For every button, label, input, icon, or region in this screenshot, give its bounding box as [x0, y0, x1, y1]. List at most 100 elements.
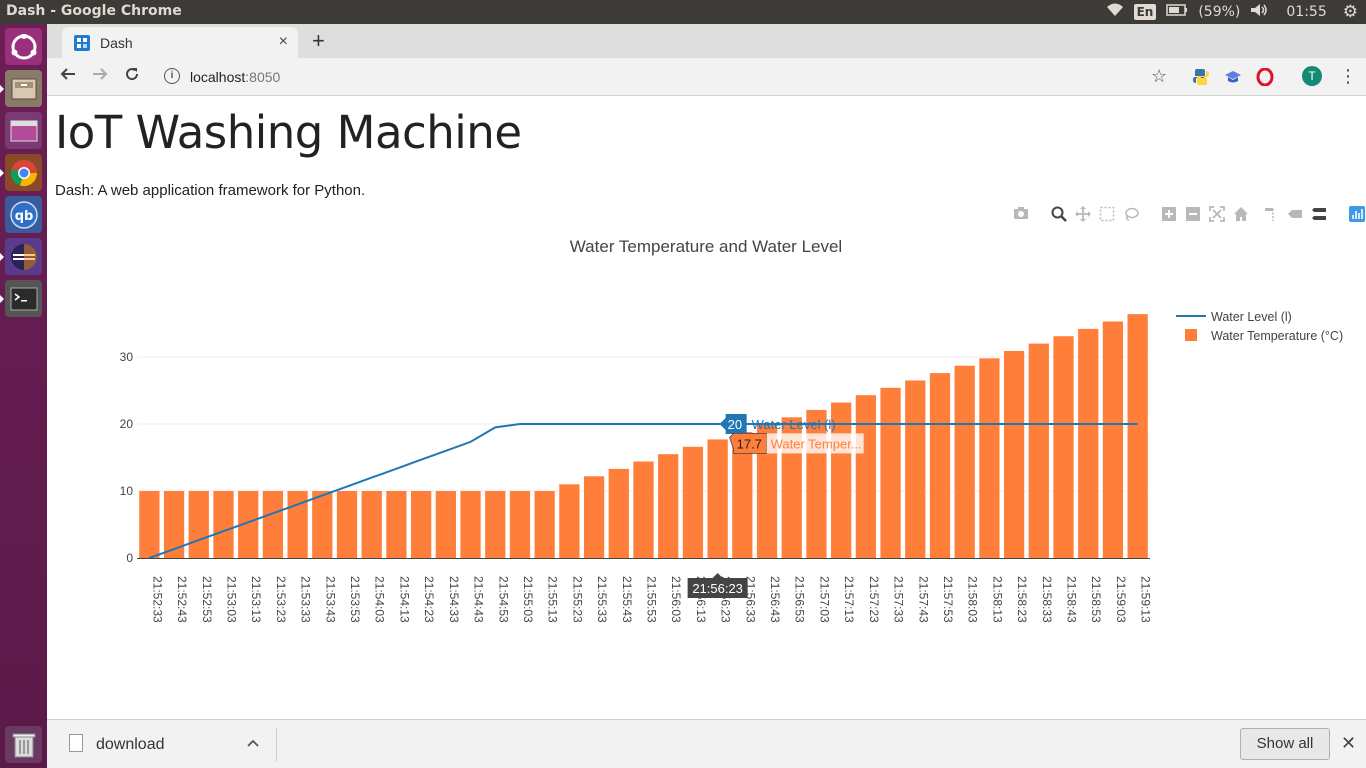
zoom-magnifier-icon[interactable]: [1050, 206, 1068, 224]
autoscale-icon[interactable]: [1208, 206, 1226, 224]
temperature-bar[interactable]: [163, 491, 185, 558]
system-tray: En (59%) 01:55 ⚙: [1106, 0, 1366, 24]
temperature-bar[interactable]: [213, 491, 234, 558]
plotly-logo-icon[interactable]: [1348, 206, 1366, 224]
temperature-bar[interactable]: [312, 491, 333, 558]
launcher-files-button[interactable]: [0, 70, 42, 107]
temperature-bar[interactable]: [929, 373, 951, 558]
temperature-bar[interactable]: [336, 491, 358, 558]
download-filename[interactable]: download: [96, 736, 165, 754]
browser-menu-icon[interactable]: ⋮: [1339, 66, 1357, 87]
window-app-icon: [10, 120, 37, 141]
url-host: localhost: [190, 69, 246, 85]
url-text[interactable]: localhost:8050: [190, 69, 280, 85]
lasso-select-icon[interactable]: [1122, 206, 1140, 224]
launcher-dash-button[interactable]: [5, 28, 42, 65]
x-tick-label: 21:59:13: [1139, 576, 1153, 623]
reload-icon: [126, 68, 139, 81]
legend-item-water-level[interactable]: Water Level (l): [1176, 310, 1292, 324]
hover-level-label: 20 Water Level (l): [719, 414, 836, 434]
running-indicator: [0, 253, 4, 261]
wifi-icon[interactable]: [1106, 3, 1124, 21]
temperature-bar[interactable]: [1003, 350, 1025, 558]
pan-arrows-icon[interactable]: [1074, 206, 1092, 224]
camera-icon[interactable]: [1012, 206, 1030, 224]
launcher-chrome-button[interactable]: [0, 154, 42, 191]
url-port: :8050: [245, 69, 281, 85]
temperature-bar[interactable]: [880, 387, 901, 558]
water-chart[interactable]: Water Temperature and Water Level 0 10 20 3…: [47, 226, 1366, 666]
temperature-bar[interactable]: [954, 365, 975, 558]
temperature-bar[interactable]: [1078, 328, 1099, 558]
graduation-cap-extension-icon[interactable]: [1224, 68, 1242, 86]
back-button[interactable]: [60, 66, 76, 87]
temperature-bar[interactable]: [905, 380, 926, 558]
temperature-bar[interactable]: [633, 461, 654, 558]
spike-lines-icon[interactable]: [1262, 206, 1280, 224]
temperature-bars[interactable]: [139, 314, 1148, 558]
zoom-in-icon[interactable]: [1160, 206, 1178, 224]
temperature-bar[interactable]: [855, 395, 876, 558]
temperature-bar[interactable]: [1127, 314, 1148, 558]
battery-icon[interactable]: [1166, 4, 1188, 20]
reset-axes-home-icon[interactable]: [1232, 206, 1250, 224]
download-options-chevron-icon[interactable]: [247, 734, 259, 750]
bookmark-star-icon[interactable]: ☆: [1151, 66, 1167, 87]
x-tick-label: 21:54:03: [373, 576, 387, 623]
tab-dash[interactable]: Dash ×: [62, 27, 298, 58]
temperature-bar[interactable]: [361, 491, 382, 558]
temperature-bar[interactable]: [1028, 343, 1049, 558]
volume-icon[interactable]: [1250, 3, 1268, 21]
chart-title: Water Temperature and Water Level: [570, 237, 842, 256]
temperature-bar[interactable]: [411, 491, 432, 558]
tab-close-button[interactable]: ×: [279, 33, 288, 51]
zoom-out-icon[interactable]: [1184, 206, 1202, 224]
temperature-bar[interactable]: [485, 491, 506, 558]
temperature-bar[interactable]: [386, 491, 407, 558]
temperature-bar[interactable]: [583, 476, 605, 558]
temperature-bar[interactable]: [534, 491, 555, 558]
legend-item-water-temperature[interactable]: Water Temperature (°C): [1185, 329, 1343, 343]
hover-compare-icon[interactable]: [1310, 206, 1328, 224]
clock[interactable]: 01:55: [1286, 4, 1326, 20]
temperature-bar[interactable]: [435, 491, 456, 558]
temperature-bar[interactable]: [460, 491, 481, 558]
temperature-bar[interactable]: [979, 358, 1000, 558]
launcher-qbittorrent-button[interactable]: qb: [5, 196, 42, 233]
os-top-bar: Dash - Google Chrome En (59%) 01:55 ⚙: [0, 0, 1366, 24]
language-indicator[interactable]: En: [1133, 4, 1157, 20]
reload-button[interactable]: [124, 66, 140, 87]
settings-gear-icon[interactable]: ⚙: [1343, 2, 1358, 22]
x-tick-label: 21:58:13: [990, 576, 1004, 623]
temperature-bar[interactable]: [608, 468, 629, 558]
site-info-icon[interactable]: i: [164, 68, 180, 84]
temperature-bar[interactable]: [658, 454, 679, 558]
launcher-software-button[interactable]: [5, 112, 42, 149]
show-all-button[interactable]: Show all: [1240, 728, 1330, 760]
close-download-bar-icon[interactable]: ✕: [1341, 733, 1356, 754]
temperature-bar[interactable]: [262, 491, 284, 558]
hover-closest-icon[interactable]: [1286, 206, 1304, 224]
temperature-bar[interactable]: [707, 439, 728, 558]
launcher-eclipse-button[interactable]: [0, 238, 42, 275]
svg-text:qb: qb: [14, 209, 33, 224]
temperature-bar[interactable]: [1053, 336, 1074, 558]
temperature-bar[interactable]: [559, 484, 580, 558]
temperature-bar[interactable]: [806, 409, 827, 558]
temperature-bar[interactable]: [1102, 321, 1124, 558]
temperature-bar[interactable]: [682, 446, 704, 558]
forward-button[interactable]: [92, 66, 108, 87]
python-extension-icon[interactable]: [1192, 68, 1210, 86]
box-select-icon[interactable]: [1098, 206, 1116, 224]
temperature-bar[interactable]: [509, 491, 531, 558]
temperature-bar[interactable]: [188, 491, 209, 558]
profile-avatar[interactable]: T: [1302, 66, 1322, 86]
forward-arrow-icon: [93, 68, 108, 80]
address-bar[interactable]: i localhost:8050: [160, 63, 1170, 91]
launcher-trash-button[interactable]: [5, 726, 42, 763]
new-tab-button[interactable]: +: [312, 28, 325, 54]
temperature-bar[interactable]: [139, 491, 160, 558]
x-tick-label: 21:53:43: [323, 576, 337, 623]
launcher-terminal-button[interactable]: [0, 280, 42, 317]
opera-extension-icon[interactable]: [1256, 67, 1274, 87]
